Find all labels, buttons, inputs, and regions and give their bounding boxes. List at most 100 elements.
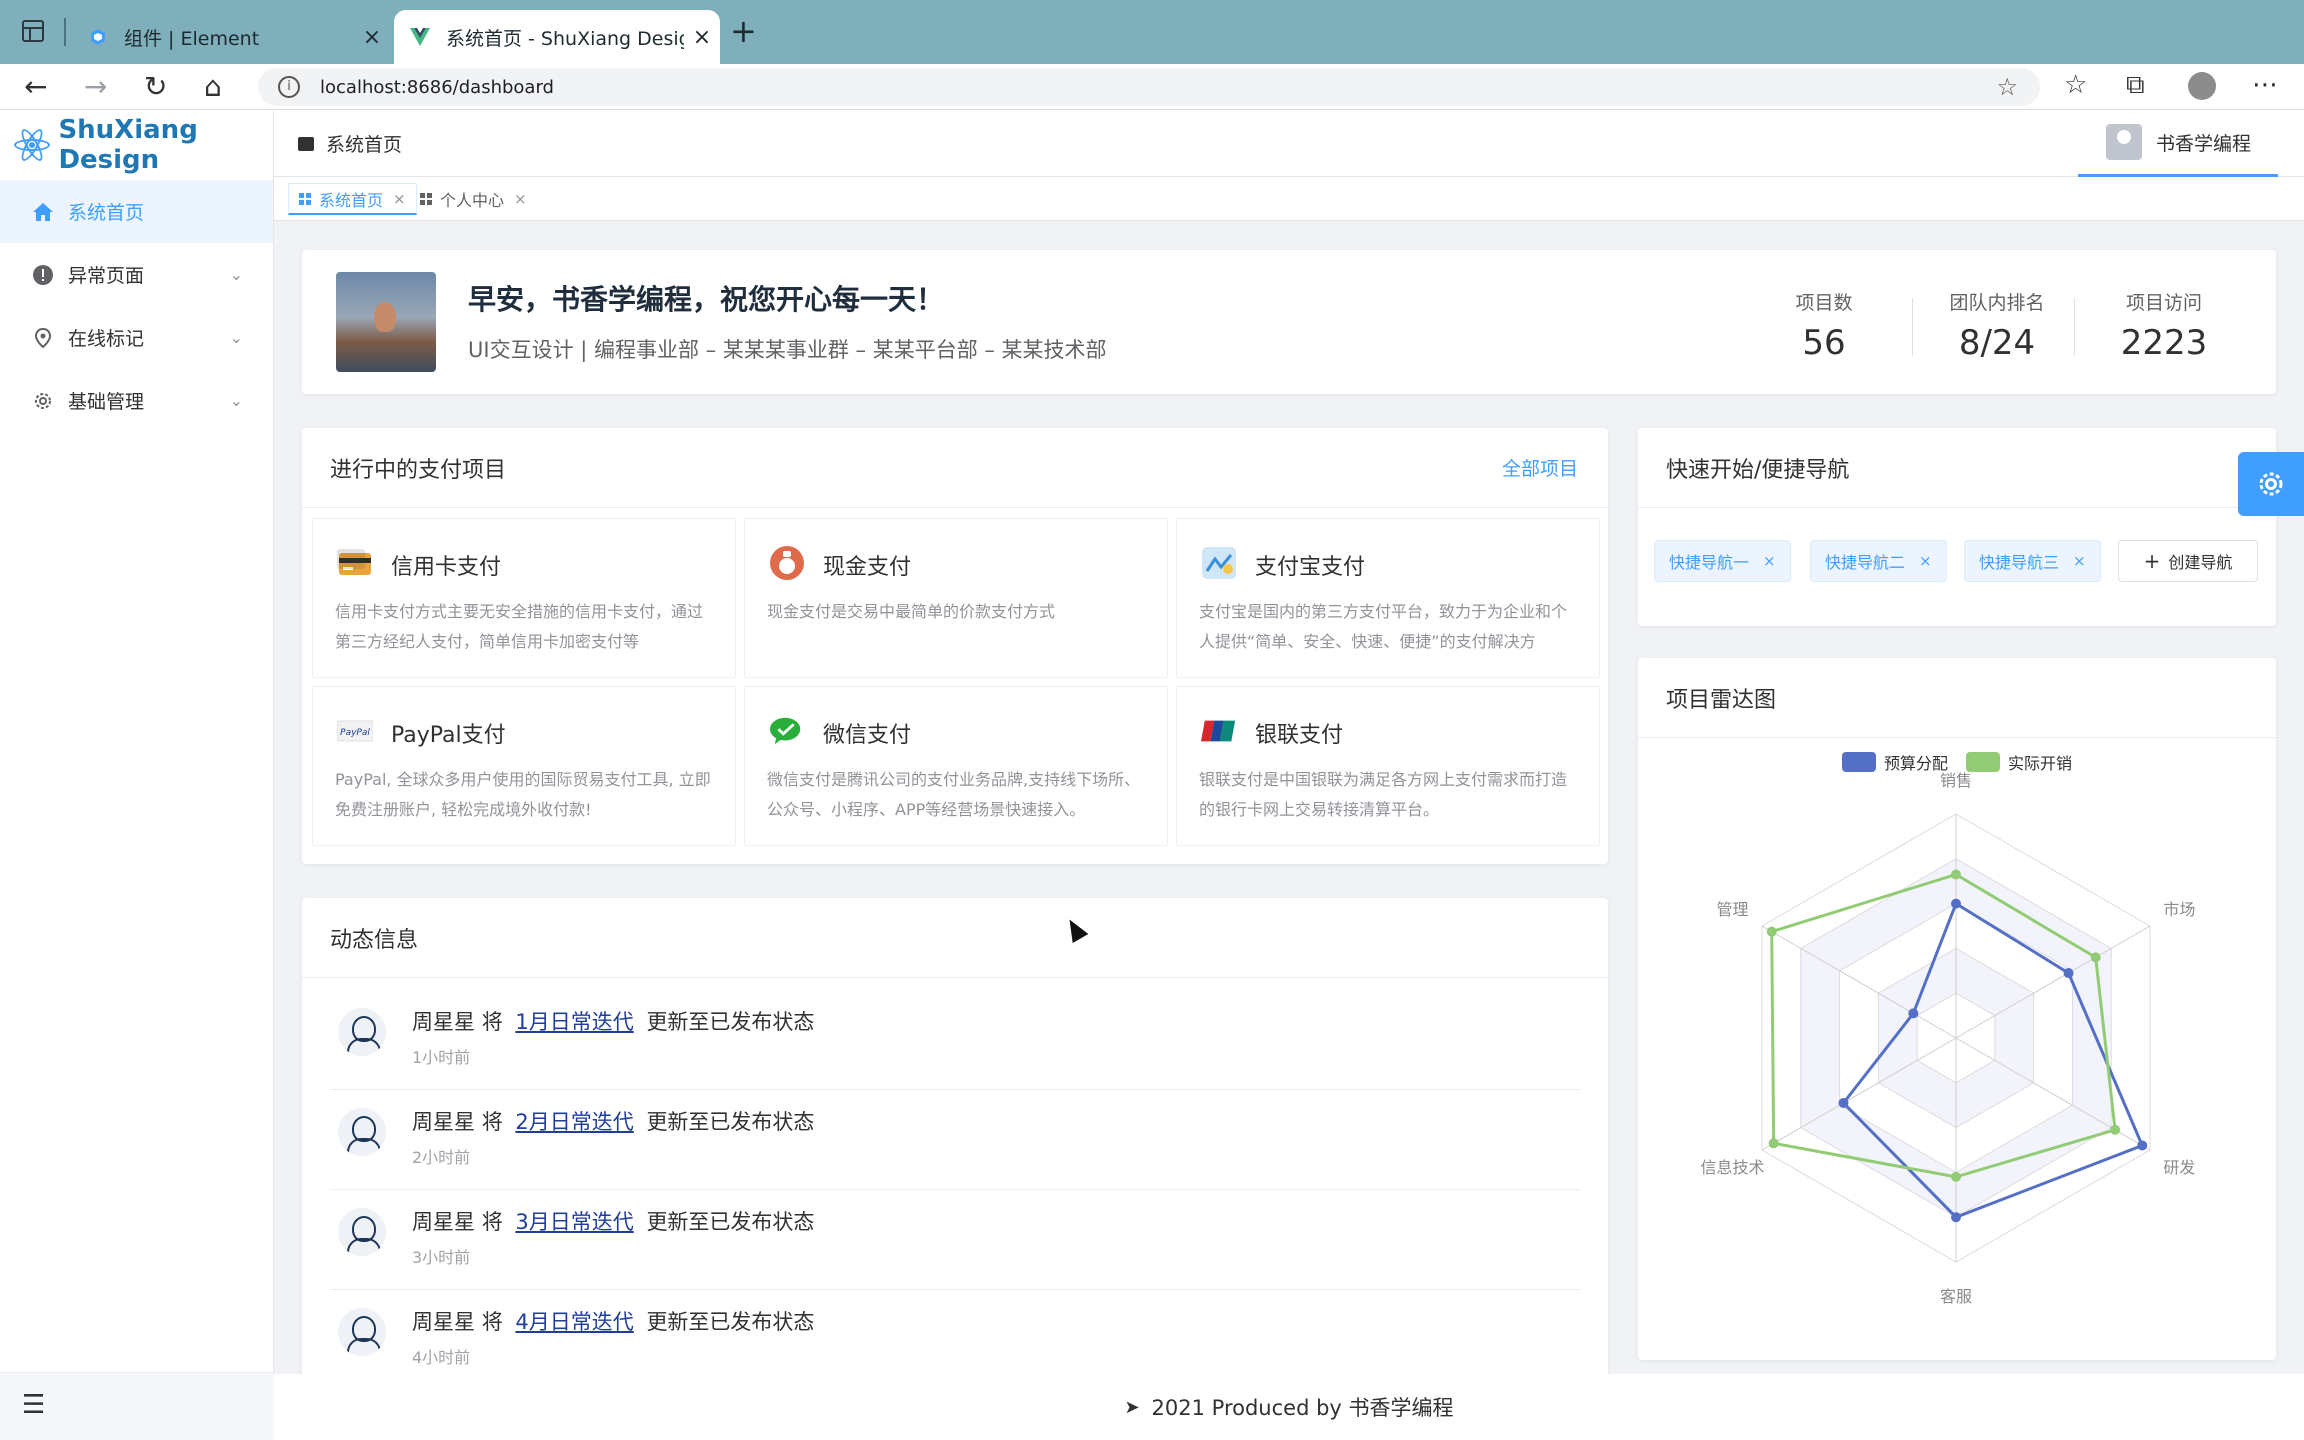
iteration-link[interactable]: 1月日常迭代 [515, 1010, 633, 1034]
radar-indicator-label: 管理 [1717, 900, 1749, 919]
activity-text: 周星星 将 3月日常迭代 更新至已发布状态 [412, 1210, 815, 1234]
element-favicon-icon [88, 27, 108, 47]
favorites-icon[interactable]: ☆ [2064, 70, 2087, 100]
url-field[interactable]: i localhost:8686/dashboard ☆ [258, 68, 2040, 106]
payment-item[interactable]: 支付宝支付 支付宝是国内的第三方支付平台，致力于为企业和个人提供“简单、安全、快… [1176, 518, 1600, 678]
close-tab-icon[interactable]: × [684, 25, 720, 50]
card-title: 快速开始/便捷导航 [1666, 457, 1850, 483]
home-icon[interactable]: ⌂ [204, 70, 222, 103]
breadcrumb-text[interactable]: 系统首页 [326, 130, 402, 157]
sidebar-item-error-pages[interactable]: 异常页面 ⌄ [0, 243, 273, 306]
quick-nav-tag[interactable]: 快捷导航三 × [1964, 540, 2101, 582]
profile-icon[interactable] [2188, 72, 2216, 100]
quick-nav-tag[interactable]: 快捷导航一 × [1654, 540, 1791, 582]
payment-desc: 现金支付是交易中最简单的价款支付方式 [767, 602, 1056, 621]
user-avatar-icon [338, 1308, 386, 1356]
page-footer: ➤ 2021 Produced by 书香学编程 [274, 1374, 2304, 1440]
gear-icon [2259, 472, 2283, 496]
unionpay-icon [1201, 713, 1237, 749]
list-item: 周星星 将 3月日常迭代 更新至已发布状态 3小时前 [330, 1190, 1580, 1290]
site-info-icon[interactable]: i [278, 76, 300, 98]
divider [2074, 298, 2075, 356]
add-favorite-icon[interactable]: ☆ [1996, 73, 2018, 101]
close-tag-icon[interactable]: × [393, 190, 406, 208]
sidebar-item-home[interactable]: 系统首页 [0, 180, 273, 243]
radar-data-point [1951, 1212, 1961, 1223]
close-tag-icon[interactable]: × [1919, 552, 1932, 570]
sidebar-item-online-mark[interactable]: 在线标记 ⌄ [0, 306, 273, 369]
browser-tab-dashboard[interactable]: 系统首页 - ShuXiang Design × [394, 10, 720, 64]
payment-item[interactable]: 微信支付 微信支付是腾讯公司的支付业务品牌,支持线下场所、公众号、小程序、APP… [744, 686, 1168, 846]
greeting: 早安，书香学编程，祝您开心每一天！ [468, 283, 945, 316]
new-tab-icon[interactable]: + [730, 12, 757, 50]
monitor-icon [298, 136, 314, 151]
reload-icon[interactable]: ↻ [144, 70, 167, 103]
payment-item[interactable]: PayPal PayPal支付 PayPal, 全球众多用户使用的国际贸易支付工… [312, 686, 736, 846]
app-logo[interactable]: ShuXiang Design [0, 110, 273, 180]
iteration-link[interactable]: 2月日常迭代 [515, 1110, 633, 1134]
credit-card-icon [337, 545, 373, 581]
chevron-down-icon: ⌄ [229, 391, 243, 410]
radar-indicator-label: 客服 [1940, 1287, 1972, 1306]
sidebar-item-label: 异常页面 [68, 265, 145, 287]
payment-desc: 微信支付是腾讯公司的支付业务品牌,支持线下场所、公众号、小程序、APP等经营场景… [767, 770, 1141, 819]
close-tag-icon[interactable]: × [1763, 552, 1776, 570]
payment-item[interactable]: 银联支付 银联支付是中国银联为满足各方网上支付需求而打造的银行卡网上交易转接清算… [1176, 686, 1600, 846]
sidebar-item-label: 基础管理 [68, 391, 145, 413]
activity-text: 周星星 将 1月日常迭代 更新至已发布状态 [412, 1010, 815, 1034]
user-menu[interactable]: 书香学编程 [2078, 110, 2278, 177]
collections-icon[interactable]: ⧉ [2126, 70, 2145, 101]
button-label: 创建导航 [2168, 553, 2233, 572]
send-icon: ➤ [1124, 1396, 1140, 1418]
tag-label: 快捷导航二 [1825, 553, 1906, 572]
collapse-menu-icon[interactable]: ☰ [22, 1390, 45, 1420]
radar-data-point [1951, 869, 1961, 880]
breadcrumb: 系统首页 [298, 130, 402, 157]
stat-value: 56 [1802, 323, 1846, 363]
tag-home[interactable]: 系统首页 × [288, 183, 417, 215]
list-item: 周星星 将 2月日常迭代 更新至已发布状态 2小时前 [330, 1090, 1580, 1190]
more-icon[interactable]: ⋯ [2252, 70, 2278, 100]
forward-icon[interactable]: → [84, 70, 107, 103]
payment-item[interactable]: 现金支付 现金支付是交易中最简单的价款支付方式 [744, 518, 1168, 678]
wechat-icon [769, 713, 805, 749]
radar-chart: 销售市场研发客服 信息技术 管理 [1701, 771, 2196, 1306]
radar-data-point [2110, 1124, 2121, 1135]
close-tag-icon[interactable]: × [2073, 552, 2086, 570]
back-icon[interactable]: ← [24, 70, 47, 103]
payment-item[interactable]: 信用卡支付 信用卡支付方式主要无安全措施的信用卡支付，通过第三方经纪人支付，简单… [312, 518, 736, 678]
settings-button[interactable] [2238, 452, 2304, 516]
close-tab-icon[interactable]: × [354, 25, 390, 50]
tags-view: 系统首页 × 个人中心 × [274, 177, 2304, 221]
tab-actions-icon[interactable] [22, 20, 44, 42]
tag-profile[interactable]: 个人中心 × [410, 183, 537, 215]
payment-desc: PayPal, 全球众多用户使用的国际贸易支付工具, 立即免费注册账户, 轻松完… [335, 770, 711, 819]
radar-data-point [1951, 898, 1961, 909]
create-nav-button[interactable]: + 创建导航 [2118, 540, 2258, 582]
stat-label: 团队内排名 [1949, 292, 2045, 314]
activity-time: 1小时前 [412, 1048, 471, 1067]
activity-time: 2小时前 [412, 1148, 471, 1167]
radar-indicator-label: 信息技术 [1701, 1158, 1765, 1177]
user-avatar-icon [2106, 124, 2142, 160]
browser-tab-element[interactable]: 组件 | Element × [72, 10, 390, 64]
grid-icon [299, 192, 311, 205]
sidebar-item-basic-management[interactable]: 基础管理 ⌄ [0, 369, 273, 432]
stat-value: 2223 [2120, 323, 2208, 363]
location-icon [32, 327, 54, 349]
close-tag-icon[interactable]: × [514, 190, 527, 208]
card-header: 快速开始/便捷导航 [1638, 428, 2276, 508]
payment-name: 支付宝支付 [1255, 555, 1366, 580]
all-projects-link[interactable]: 全部项目 [1502, 454, 1578, 481]
user-avatar-icon [338, 1108, 386, 1156]
welcome-card: 早安，书香学编程，祝您开心每一天！ UI交互设计 | 编程事业部 – 某某某事业… [302, 250, 2276, 394]
radar-indicator-label: 研发 [2163, 1158, 2195, 1177]
quick-nav-tag[interactable]: 快捷导航二 × [1810, 540, 1947, 582]
paypal-icon: PayPal [337, 713, 373, 749]
list-item: 周星星 将 1月日常迭代 更新至已发布状态 1小时前 [330, 990, 1580, 1090]
iteration-link[interactable]: 3月日常迭代 [515, 1210, 633, 1234]
iteration-link[interactable]: 4月日常迭代 [515, 1310, 633, 1334]
stat-team-rank: 团队内排名 8/24 [1932, 288, 2062, 363]
tag-label: 个人中心 [440, 191, 505, 210]
card-header: 动态信息 [302, 898, 1608, 978]
